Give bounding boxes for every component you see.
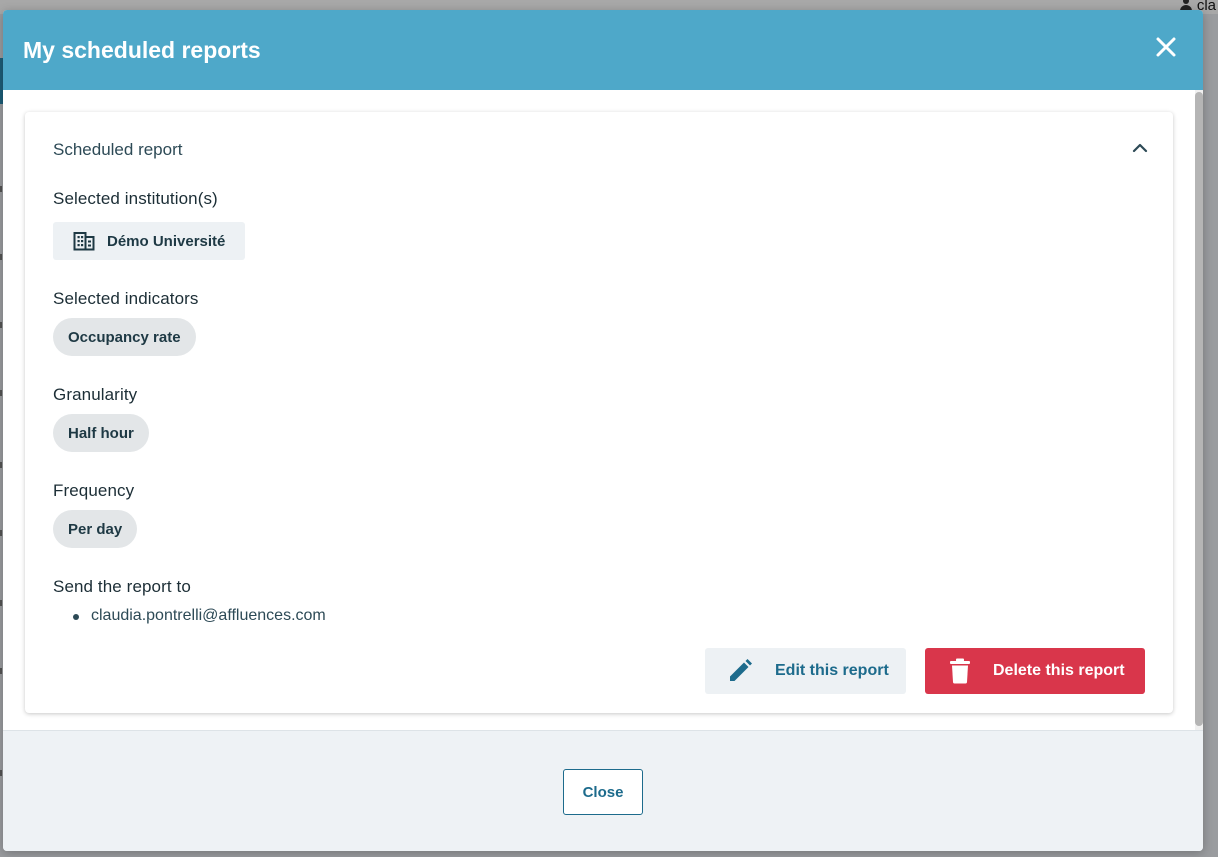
close-icon[interactable] — [1155, 36, 1177, 58]
trash-icon — [950, 658, 970, 684]
delete-report-button[interactable]: Delete this report — [925, 648, 1145, 694]
institution-name: Démo Université — [107, 232, 226, 250]
pencil-icon — [730, 659, 752, 681]
scrollbar[interactable] — [1195, 90, 1203, 730]
indicators-label: Selected indicators — [53, 289, 199, 308]
scheduled-reports-modal: My scheduled reports Scheduled report Se… — [3, 10, 1203, 851]
recipients-list: claudia.pontrelli@affluences.com — [73, 607, 326, 625]
scheduled-report-card: Scheduled report Selected institution(s) — [25, 112, 1173, 713]
chevron-up-icon[interactable] — [1131, 139, 1149, 157]
edit-report-label: Edit this report — [775, 662, 889, 679]
institution-chip: Démo Université — [53, 222, 246, 260]
modal-header: My scheduled reports — [3, 10, 1203, 90]
edit-report-button[interactable]: Edit this report — [705, 648, 906, 694]
frequency-label: Frequency — [53, 481, 135, 500]
delete-report-label: Delete this report — [993, 662, 1125, 679]
indicator-pill: Occupancy rate — [53, 318, 196, 356]
institutions-label: Selected institution(s) — [53, 189, 218, 208]
recipients-label: Send the report to — [53, 577, 191, 596]
close-button[interactable]: Close — [563, 769, 643, 815]
list-item: claudia.pontrelli@affluences.com — [73, 607, 326, 625]
granularity-pill: Half hour — [53, 414, 149, 452]
modal-body: Scheduled report Selected institution(s) — [3, 90, 1203, 730]
building-icon — [73, 232, 95, 251]
frequency-pill: Per day — [53, 510, 138, 548]
scrollbar-thumb[interactable] — [1195, 92, 1203, 726]
granularity-label: Granularity — [53, 385, 138, 404]
modal-footer: Close — [3, 730, 1203, 851]
card-title: Scheduled report — [53, 140, 183, 159]
modal-title: My scheduled reports — [23, 37, 261, 63]
